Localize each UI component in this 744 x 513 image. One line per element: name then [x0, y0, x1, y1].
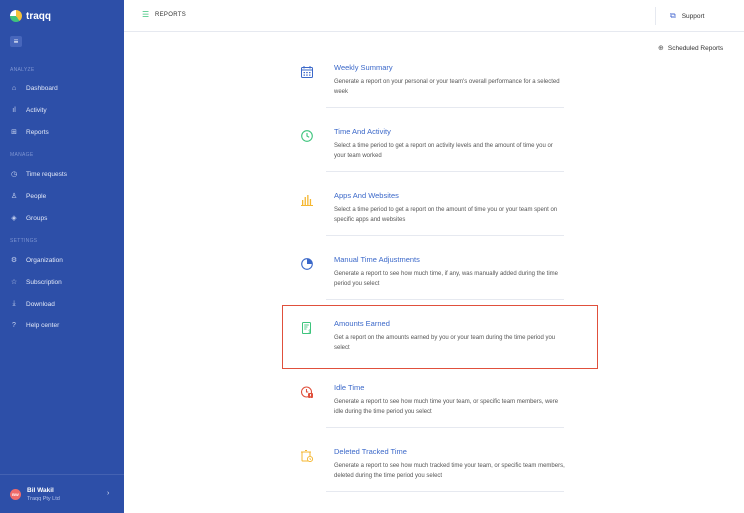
page-title: REPORTS: [155, 12, 186, 18]
divider: [326, 171, 564, 172]
idle-clock-icon: [301, 386, 313, 398]
chat-icon: ⧉: [670, 11, 676, 20]
user-name: Bil Wakil: [27, 487, 54, 494]
sidebar-item-label: People: [26, 192, 47, 200]
report-description: Generate a report to see how much time y…: [334, 399, 559, 415]
section-label-analyze: ANALYZE: [10, 67, 35, 73]
chevron-right-icon[interactable]: ›: [107, 490, 109, 497]
star-icon: ☆: [10, 279, 18, 286]
report-description: Select a time period to get a report on …: [334, 207, 558, 223]
report-weekly-summary[interactable]: Weekly Summary Generate a report on your…: [298, 60, 564, 124]
report-description: Select a time period to get a report on …: [334, 143, 553, 159]
support-button[interactable]: ⧉ Support: [670, 11, 705, 21]
report-title[interactable]: Idle Time: [334, 383, 364, 392]
download-icon: ⤓: [12, 300, 16, 307]
calendar-icon: [301, 66, 313, 78]
avatar: BW: [10, 489, 21, 500]
scheduled-reports-label: Scheduled Reports: [667, 44, 724, 52]
sidebar-item-label: Dashboard: [26, 84, 58, 92]
sidebar-item-label: Subscription: [26, 278, 62, 286]
deleted-time-icon: [301, 450, 313, 462]
user-profile[interactable]: BW Bil Wakil Traqq Pty Ltd ›: [0, 474, 124, 513]
scheduled-clock-icon: ⊕: [658, 45, 664, 52]
logo-mark-icon: [10, 10, 22, 22]
sidebar-item-dashboard[interactable]: ⌂ Dashboard: [10, 83, 58, 93]
scheduled-reports-button[interactable]: ⊕ Scheduled Reports: [658, 44, 724, 53]
bar-chart-icon: [301, 195, 313, 206]
report-apps-and-websites[interactable]: Apps And Websites Select a time period t…: [298, 188, 564, 252]
report-idle-time[interactable]: Idle Time Generate a report to see how m…: [298, 380, 564, 444]
groups-icon: ◈: [11, 215, 17, 222]
report-title[interactable]: Apps And Websites: [334, 191, 399, 200]
report-title[interactable]: Weekly Summary: [334, 63, 393, 72]
sidebar-item-reports[interactable]: ⊞ Reports: [10, 127, 49, 137]
sidebar-item-label: Groups: [26, 214, 48, 222]
top-bar: ☰ REPORTS ⧉ Support: [124, 0, 744, 32]
report-title[interactable]: Manual Time Adjustments: [334, 255, 420, 264]
report-time-and-activity[interactable]: Time And Activity Select a time period t…: [298, 124, 564, 188]
sidebar-item-help-center[interactable]: ? Help center: [10, 320, 59, 330]
divider: [326, 299, 564, 300]
sidebar-item-label: Time requests: [26, 170, 67, 178]
sidebar-item-label: Download: [26, 300, 55, 308]
report-title[interactable]: Time And Activity: [334, 127, 391, 136]
support-label: Support: [681, 12, 705, 20]
report-deleted-tracked-time[interactable]: Deleted Tracked Time Generate a report t…: [298, 444, 565, 508]
report-description: Generate a report to see how much tracke…: [334, 463, 565, 479]
sidebar-item-label: Help center: [26, 321, 60, 329]
bar-chart-icon: ıl: [12, 106, 16, 114]
sidebar-item-label: Organization: [26, 256, 63, 264]
clock-icon: [301, 130, 313, 142]
brand-name: traqq: [26, 10, 51, 22]
people-icon: ♙: [10, 193, 18, 200]
divider: [326, 427, 564, 428]
section-label-settings: SETTINGS: [10, 238, 38, 244]
report-title[interactable]: Deleted Tracked Time: [334, 447, 407, 456]
divider: [326, 491, 564, 492]
divider: [326, 107, 564, 108]
organization-icon: ⚙: [10, 257, 18, 264]
section-label-manage: MANAGE: [10, 152, 34, 158]
pie-chart-icon: [301, 258, 313, 270]
report-description: Generate a report on your personal or yo…: [334, 79, 560, 95]
sidebar-item-activity[interactable]: ıl Activity: [10, 105, 47, 115]
sidebar: traqq ≡ ANALYZE ⌂ Dashboard ıl Activity …: [0, 0, 124, 513]
reports-icon: ⊞: [11, 129, 17, 136]
divider: [655, 7, 656, 25]
divider: [326, 235, 564, 236]
sidebar-item-organization[interactable]: ⚙ Organization: [10, 255, 63, 265]
sidebar-item-label: Reports: [26, 128, 49, 136]
sidebar-item-people[interactable]: ♙ People: [10, 191, 46, 201]
menu-toggle-icon[interactable]: ≡: [10, 36, 22, 47]
sidebar-item-groups[interactable]: ◈ Groups: [10, 213, 47, 223]
traqq-logo[interactable]: traqq: [10, 10, 51, 22]
sidebar-item-time-requests[interactable]: ◷ Time requests: [10, 169, 67, 179]
user-organization: Traqq Pty Ltd: [27, 496, 60, 502]
report-description: Generate a report to see how much time, …: [334, 271, 559, 287]
reports-menu-icon: ☰: [142, 10, 150, 19]
home-icon: ⌂: [11, 84, 17, 92]
clock-icon: ◷: [10, 171, 18, 178]
sidebar-item-label: Activity: [26, 106, 47, 114]
sidebar-item-download[interactable]: ⤓ Download: [10, 299, 55, 309]
help-icon: ?: [12, 321, 16, 329]
sidebar-item-subscription[interactable]: ☆ Subscription: [10, 277, 62, 287]
selection-highlight: [282, 305, 598, 369]
